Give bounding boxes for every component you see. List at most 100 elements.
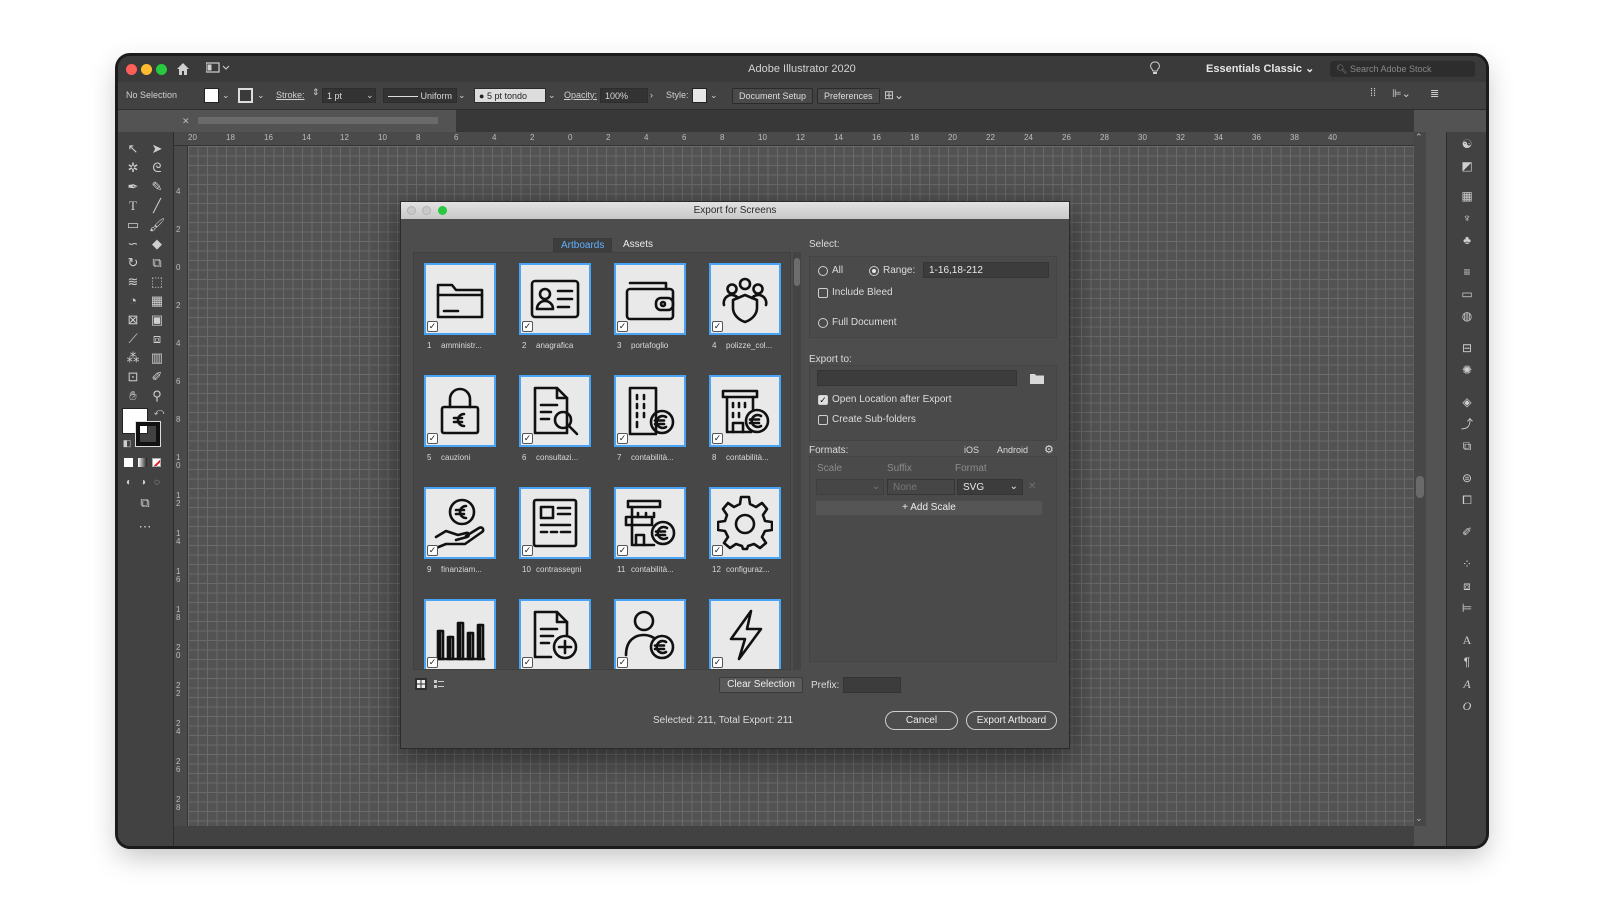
artboard-checkbox[interactable]: ✓ bbox=[617, 433, 628, 444]
opacity-field[interactable]: 100% bbox=[600, 88, 648, 103]
artboard-thumbnail[interactable]: ✓ bbox=[709, 263, 781, 335]
color-guide-icon[interactable]: ☯ bbox=[1459, 136, 1475, 152]
scale-select[interactable]: ⌄ bbox=[816, 479, 884, 495]
chevron-up-icon[interactable]: ⌃ bbox=[1415, 132, 1423, 143]
transparency-icon[interactable]: ◍ bbox=[1459, 308, 1475, 324]
clear-selection-button[interactable]: Clear Selection bbox=[719, 677, 803, 693]
format-select[interactable]: SVG ⌄ bbox=[957, 479, 1023, 495]
lightbulb-icon[interactable] bbox=[1150, 61, 1160, 76]
artboard-thumbnail[interactable]: ✓ bbox=[709, 375, 781, 447]
open-location-checkbox[interactable]: ✓ bbox=[818, 395, 828, 405]
links-icon[interactable]: ⧠ bbox=[1459, 492, 1475, 508]
blend-tool-icon[interactable]: ⧈ bbox=[148, 330, 166, 348]
dialog-close-button[interactable] bbox=[407, 206, 416, 215]
align-icon[interactable]: ⁞⁞ bbox=[1370, 87, 1376, 99]
graphic-styles-icon[interactable]: ✺ bbox=[1459, 362, 1475, 378]
document-tab[interactable]: ✕ bbox=[174, 110, 456, 132]
gradient-tool-icon[interactable]: ▣ bbox=[148, 311, 166, 329]
scrollbar-thumb[interactable] bbox=[794, 258, 800, 286]
perspective-grid-icon[interactable]: ▦ bbox=[148, 292, 166, 310]
brushes-icon[interactable]: ♆ bbox=[1459, 210, 1475, 226]
preferences-button[interactable]: Preferences bbox=[817, 88, 880, 104]
arrange-documents-icon[interactable]: ⊞⌄ bbox=[884, 88, 904, 102]
more-tools-icon[interactable]: ⋯ bbox=[136, 518, 154, 536]
export-icon[interactable]: ⤴ bbox=[1459, 416, 1475, 432]
artboard-thumbnail[interactable]: ✓ bbox=[709, 599, 781, 669]
document-setup-button[interactable]: Document Setup bbox=[732, 88, 814, 104]
artboard-grid-scrollbar[interactable] bbox=[793, 252, 801, 670]
swap-colors-icon[interactable]: ⤺ bbox=[150, 404, 168, 422]
asset-export-icon[interactable]: ⊜ bbox=[1459, 470, 1475, 486]
color-mode-icon[interactable] bbox=[124, 458, 133, 467]
hand-tool-icon[interactable]: ✋︎ bbox=[124, 387, 142, 405]
panel-menu-icon[interactable]: ≣ bbox=[1430, 87, 1439, 100]
radio-full-document[interactable] bbox=[818, 318, 828, 328]
stroke-label[interactable]: Stroke: bbox=[276, 90, 305, 100]
symbol-sprayer-icon[interactable]: ⁂ bbox=[124, 349, 142, 367]
scale-tool-icon[interactable]: ⧉ bbox=[148, 254, 166, 272]
artboard-checkbox[interactable]: ✓ bbox=[617, 545, 628, 556]
slice-tool-icon[interactable]: ✐ bbox=[148, 368, 166, 386]
remove-scale-icon[interactable]: ✕ bbox=[1028, 481, 1036, 492]
artboard-checkbox[interactable]: ✓ bbox=[712, 657, 723, 668]
artboard-checkbox[interactable]: ✓ bbox=[522, 433, 533, 444]
chevron-down-icon[interactable]: ⌄ bbox=[548, 90, 556, 101]
chevron-down-icon[interactable]: ⌄ bbox=[366, 90, 374, 101]
pathfinder-icon[interactable]: ⧈ bbox=[1459, 578, 1475, 594]
export-artboard-button[interactable]: Export Artboard bbox=[966, 711, 1057, 730]
gear-icon[interactable]: ⚙ bbox=[1044, 443, 1054, 456]
rectangle-tool-icon[interactable]: ▭ bbox=[124, 216, 142, 234]
transform-panel-icon[interactable]: ⊨ bbox=[1459, 600, 1475, 616]
stroke-panel-icon[interactable]: ≡ bbox=[1459, 264, 1475, 280]
screen-mode-icon[interactable]: ⧉ bbox=[136, 494, 154, 512]
artboard-checkbox[interactable]: ✓ bbox=[522, 657, 533, 668]
character-icon[interactable]: A bbox=[1459, 632, 1475, 648]
artboard-checkbox[interactable]: ✓ bbox=[427, 433, 438, 444]
stepper-icon[interactable]: ⇕ bbox=[312, 87, 320, 98]
graph-tool-icon[interactable]: ▥ bbox=[148, 349, 166, 367]
line-tool-icon[interactable]: ╱ bbox=[148, 197, 166, 215]
dialog-zoom-button[interactable] bbox=[438, 206, 447, 215]
workspace-menu[interactable]: Essentials Classic ⌄ bbox=[1206, 62, 1314, 75]
eraser-icon[interactable]: ◆ bbox=[148, 235, 166, 253]
dialog-minimize-button[interactable] bbox=[422, 206, 431, 215]
artboard-thumbnail[interactable]: ✓ bbox=[424, 375, 496, 447]
artboard-checkbox[interactable]: ✓ bbox=[522, 545, 533, 556]
search-stock-input[interactable]: 🔍︎ Search Adobe Stock bbox=[1330, 61, 1475, 77]
zoom-tool-icon[interactable]: ⚲ bbox=[148, 387, 166, 405]
chevron-down-icon[interactable]: ⌄ bbox=[1415, 813, 1423, 824]
pen-tool-icon[interactable]: ✒ bbox=[124, 178, 142, 196]
none-mode-icon[interactable] bbox=[152, 458, 161, 467]
prefix-input[interactable] bbox=[843, 677, 901, 693]
artboard-checkbox[interactable]: ✓ bbox=[617, 657, 628, 668]
eyedropper-icon[interactable]: ⟋ bbox=[124, 330, 142, 348]
chevron-down-icon[interactable]: ⌄ bbox=[257, 90, 265, 101]
artboard-thumbnail[interactable]: ✓ bbox=[519, 263, 591, 335]
list-view-icon[interactable] bbox=[433, 678, 445, 690]
artboard-checkbox[interactable]: ✓ bbox=[712, 545, 723, 556]
gradient-mode-icon[interactable] bbox=[138, 458, 147, 467]
chevron-down-icon[interactable]: ⌄ bbox=[710, 90, 718, 101]
variable-width-profile[interactable]: Uniform bbox=[383, 88, 457, 103]
symbols-icon[interactable]: ♣ bbox=[1459, 232, 1475, 248]
artboard-checkbox[interactable]: ✓ bbox=[427, 321, 438, 332]
draw-inside-icon[interactable]: ◌ bbox=[148, 474, 166, 492]
stroke-swatch[interactable] bbox=[238, 88, 253, 103]
artboard-thumbnail[interactable]: ✓ bbox=[614, 487, 686, 559]
type-tool-icon[interactable]: T bbox=[124, 197, 142, 215]
artboard-thumbnail[interactable]: ✓ bbox=[519, 375, 591, 447]
artboard-checkbox[interactable]: ✓ bbox=[427, 545, 438, 556]
chevron-down-icon[interactable]: ⌄ bbox=[222, 90, 230, 101]
ios-preset[interactable]: iOS bbox=[964, 445, 979, 455]
curvature-tool-icon[interactable]: ✎ bbox=[148, 178, 166, 196]
artboard-tool-icon[interactable]: ⊡ bbox=[124, 368, 142, 386]
align-panel-icon[interactable]: ⁘ bbox=[1459, 556, 1475, 572]
paintbrush-icon[interactable]: 🖌︎ bbox=[148, 216, 166, 234]
selection-tool-icon[interactable]: ↖ bbox=[124, 140, 142, 158]
artboard-thumbnail[interactable]: ✓ bbox=[614, 599, 686, 669]
artboard-checkbox[interactable]: ✓ bbox=[522, 321, 533, 332]
lasso-icon[interactable]: ᘓ bbox=[148, 159, 166, 177]
image-trace-icon[interactable]: ✐ bbox=[1459, 524, 1475, 540]
canvas-scrollbar[interactable]: ⌃ ⌄ bbox=[1414, 132, 1426, 826]
radio-all[interactable] bbox=[818, 266, 828, 276]
